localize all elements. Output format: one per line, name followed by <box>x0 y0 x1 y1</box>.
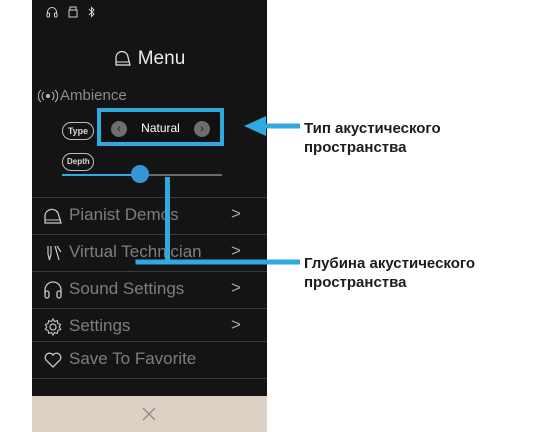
menu-item-settings[interactable]: Settings > <box>32 309 267 344</box>
ambience-type-selector[interactable]: ‹ Natural › <box>97 108 224 146</box>
type-callout-line-2: пространства <box>304 139 407 156</box>
depth-pill: Depth <box>62 153 94 171</box>
depth-slider[interactable] <box>62 165 222 183</box>
menu-item-pianist-demos[interactable]: Pianist Demos > <box>32 198 267 233</box>
menu-item-sound-settings[interactable]: Sound Settings > <box>32 272 267 307</box>
close-icon[interactable] <box>141 406 157 427</box>
chevron-right-icon: > <box>231 315 241 334</box>
depth-callout-line-1: Глубина акустического <box>304 255 476 272</box>
tuning-fork-icon <box>42 242 64 264</box>
status-bar <box>46 6 96 24</box>
menu-item-save-to-favorite[interactable]: Save To Favorite <box>32 342 267 377</box>
depth-callout: Глубина акустического пространства <box>304 254 475 292</box>
menu-item-virtual-technician[interactable]: Virtual Technician > <box>32 235 267 270</box>
chevron-right-icon: > <box>231 204 241 223</box>
headphones-icon <box>46 6 58 24</box>
chevron-right-icon: > <box>231 278 241 297</box>
divider <box>32 378 267 379</box>
close-bar[interactable] <box>32 396 267 432</box>
chevron-right-icon: > <box>231 241 241 260</box>
type-pill: Type <box>62 122 94 140</box>
type-callout-line-1: Тип акустического <box>304 120 441 137</box>
heart-icon <box>42 349 64 371</box>
type-callout: Тип акустического пространства <box>304 119 441 157</box>
depth-callout-line <box>165 177 170 263</box>
chevron-right-icon[interactable]: › <box>194 121 210 137</box>
app-screen: Menu Ambience Type ‹ Natural › Depth Pia… <box>32 0 267 432</box>
menu-item-label: Save To Favorite <box>69 349 197 368</box>
menu-item-label: Virtual Technician <box>69 242 202 261</box>
ambience-icon <box>37 89 59 108</box>
menu-item-label: Pianist Demos <box>69 205 179 224</box>
menu-title: Menu <box>32 48 267 70</box>
usb-icon <box>68 6 78 24</box>
depth-callout-line-2: пространства <box>304 274 407 291</box>
headphones-icon <box>42 279 64 301</box>
depth-slider-fill <box>62 174 141 176</box>
menu-item-label: Sound Settings <box>69 279 185 298</box>
depth-slider-thumb[interactable] <box>131 165 150 183</box>
piano-icon <box>115 50 131 66</box>
menu-title-text: Menu <box>137 48 186 69</box>
grand-piano-icon <box>42 205 64 227</box>
ambience-label: Ambience <box>60 87 127 104</box>
bluetooth-icon <box>88 6 96 24</box>
gear-icon <box>42 316 64 338</box>
menu-item-label: Settings <box>69 316 131 335</box>
